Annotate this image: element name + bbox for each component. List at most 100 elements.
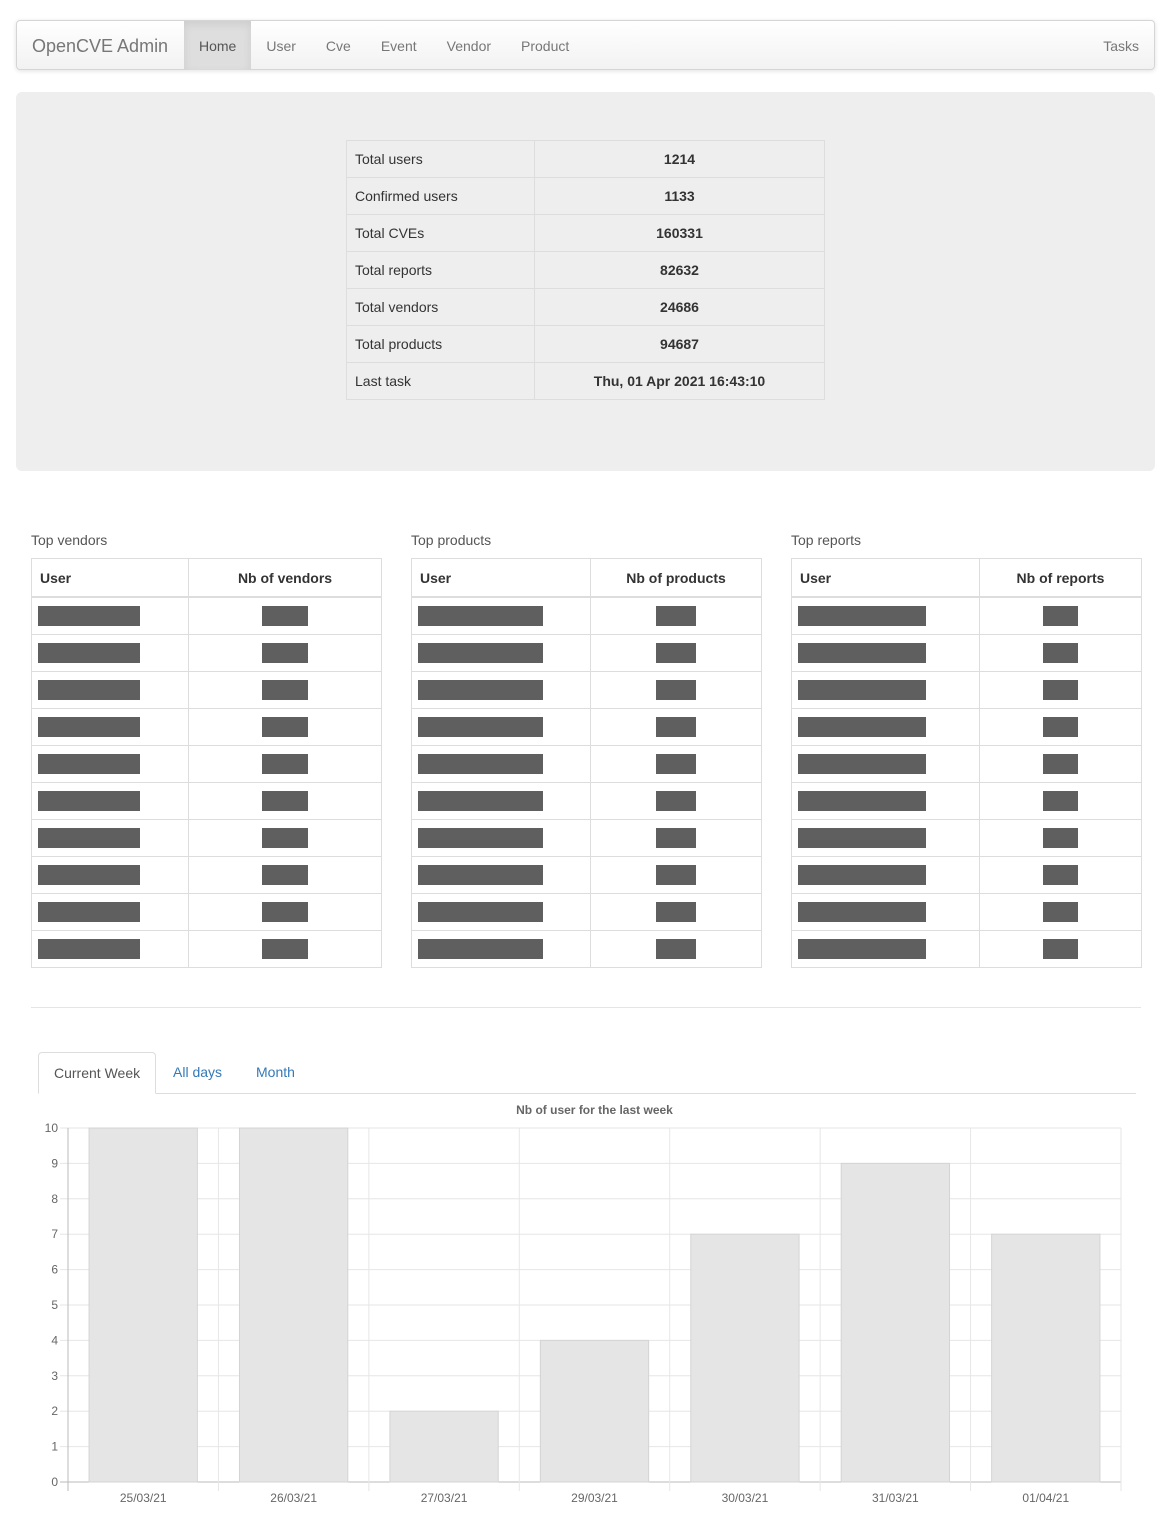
user-cell[interactable] [31, 744, 189, 782]
tab-all-days[interactable]: All days [158, 1052, 237, 1093]
column-header-count: Nb of products [590, 558, 762, 598]
count-cell [188, 818, 382, 856]
table-row [791, 633, 1142, 671]
table-row [411, 596, 762, 634]
stats-row: Total users 1214 [346, 140, 825, 178]
redacted-count [262, 679, 308, 700]
user-cell[interactable] [411, 670, 591, 708]
user-cell[interactable] [31, 892, 189, 930]
redacted-user-name [418, 679, 543, 700]
y-tick-label: 7 [51, 1227, 58, 1241]
table-row [31, 670, 382, 708]
user-cell[interactable] [791, 707, 980, 745]
user-cell[interactable] [31, 670, 189, 708]
count-cell [590, 855, 762, 893]
table-row [31, 929, 382, 967]
navbar: OpenCVE Admin Home User Cve Event Vendor… [16, 20, 1155, 70]
user-cell[interactable] [791, 596, 980, 634]
user-cell[interactable] [31, 929, 189, 967]
user-cell[interactable] [791, 892, 980, 930]
stats-value: 160331 [534, 214, 825, 252]
top-products-title: Top products [411, 532, 492, 548]
count-cell [979, 633, 1142, 671]
user-cell[interactable] [411, 929, 591, 967]
navbar-brand[interactable]: OpenCVE Admin [32, 21, 168, 71]
redacted-count [656, 864, 696, 885]
user-cell[interactable] [411, 892, 591, 930]
user-cell[interactable] [411, 596, 591, 634]
table-row [411, 670, 762, 708]
nav-item-user[interactable]: User [251, 21, 311, 70]
count-cell [979, 781, 1142, 819]
redacted-user-name [418, 901, 543, 922]
redacted-count [656, 938, 696, 959]
tab-current-week[interactable]: Current Week [38, 1052, 157, 1094]
stats-value: 94687 [534, 325, 825, 363]
table-row [31, 744, 382, 782]
redacted-count [1043, 679, 1078, 700]
x-tick-label: 29/03/21 [571, 1491, 618, 1505]
chart-bar [238, 1127, 349, 1483]
chart-bar [991, 1233, 1101, 1483]
y-tick-label: 0 [51, 1475, 58, 1489]
user-cell[interactable] [31, 633, 189, 671]
user-cell[interactable] [791, 855, 980, 893]
user-cell[interactable] [791, 670, 980, 708]
redacted-user-name [798, 679, 926, 700]
user-cell[interactable] [411, 744, 591, 782]
redacted-user-name [418, 605, 543, 626]
table-row [791, 781, 1142, 819]
nav-item-tasks[interactable]: Tasks [1088, 21, 1154, 70]
count-cell [188, 929, 382, 967]
redacted-user-name [798, 642, 926, 663]
user-cell[interactable] [31, 707, 189, 745]
user-cell[interactable] [791, 929, 980, 967]
user-cell[interactable] [411, 707, 591, 745]
stats-value: 1133 [534, 177, 825, 215]
user-cell[interactable] [411, 855, 591, 893]
nav-item-cve[interactable]: Cve [311, 21, 366, 70]
user-cell[interactable] [31, 596, 189, 634]
redacted-count [262, 901, 308, 922]
nav-item-vendor[interactable]: Vendor [432, 21, 506, 70]
stats-row: Total products 94687 [346, 325, 825, 363]
user-cell[interactable] [791, 818, 980, 856]
redacted-count [1043, 938, 1078, 959]
nav-item-home[interactable]: Home [184, 21, 252, 70]
column-header-user: User [31, 558, 189, 598]
stats-label: Total products [346, 325, 535, 363]
chart-title: Nb of user for the last week [516, 1103, 673, 1117]
chart-bar [840, 1162, 951, 1483]
user-cell[interactable] [411, 633, 591, 671]
tab-month[interactable]: Month [241, 1052, 310, 1093]
user-cell[interactable] [791, 633, 980, 671]
redacted-user-name [798, 827, 926, 848]
redacted-count [656, 790, 696, 811]
redacted-user-name [798, 790, 926, 811]
user-cell[interactable] [31, 781, 189, 819]
user-cell[interactable] [31, 818, 189, 856]
nav-item-event[interactable]: Event [366, 21, 432, 70]
nav-item-product[interactable]: Product [506, 21, 584, 70]
table-row [411, 744, 762, 782]
stats-value: Thu, 01 Apr 2021 16:43:10 [534, 362, 825, 400]
table-row [31, 781, 382, 819]
top-reports-title: Top reports [791, 532, 862, 548]
stats-label: Confirmed users [346, 177, 535, 215]
stats-table: Total users 1214 Confirmed users 1133 Tota… [346, 140, 825, 400]
user-cell[interactable] [411, 781, 591, 819]
user-cell[interactable] [791, 744, 980, 782]
user-cell[interactable] [791, 781, 980, 819]
count-cell [590, 596, 762, 634]
y-tick-label: 10 [45, 1121, 59, 1135]
redacted-user-name [38, 716, 140, 737]
stats-label: Total reports [346, 251, 535, 289]
count-cell [979, 596, 1142, 634]
user-cell[interactable] [31, 855, 189, 893]
count-cell [188, 892, 382, 930]
y-tick-label: 8 [51, 1192, 58, 1206]
user-cell[interactable] [411, 818, 591, 856]
top-reports-table: User Nb of reports [791, 558, 1142, 968]
count-cell [188, 670, 382, 708]
redacted-user-name [418, 716, 543, 737]
